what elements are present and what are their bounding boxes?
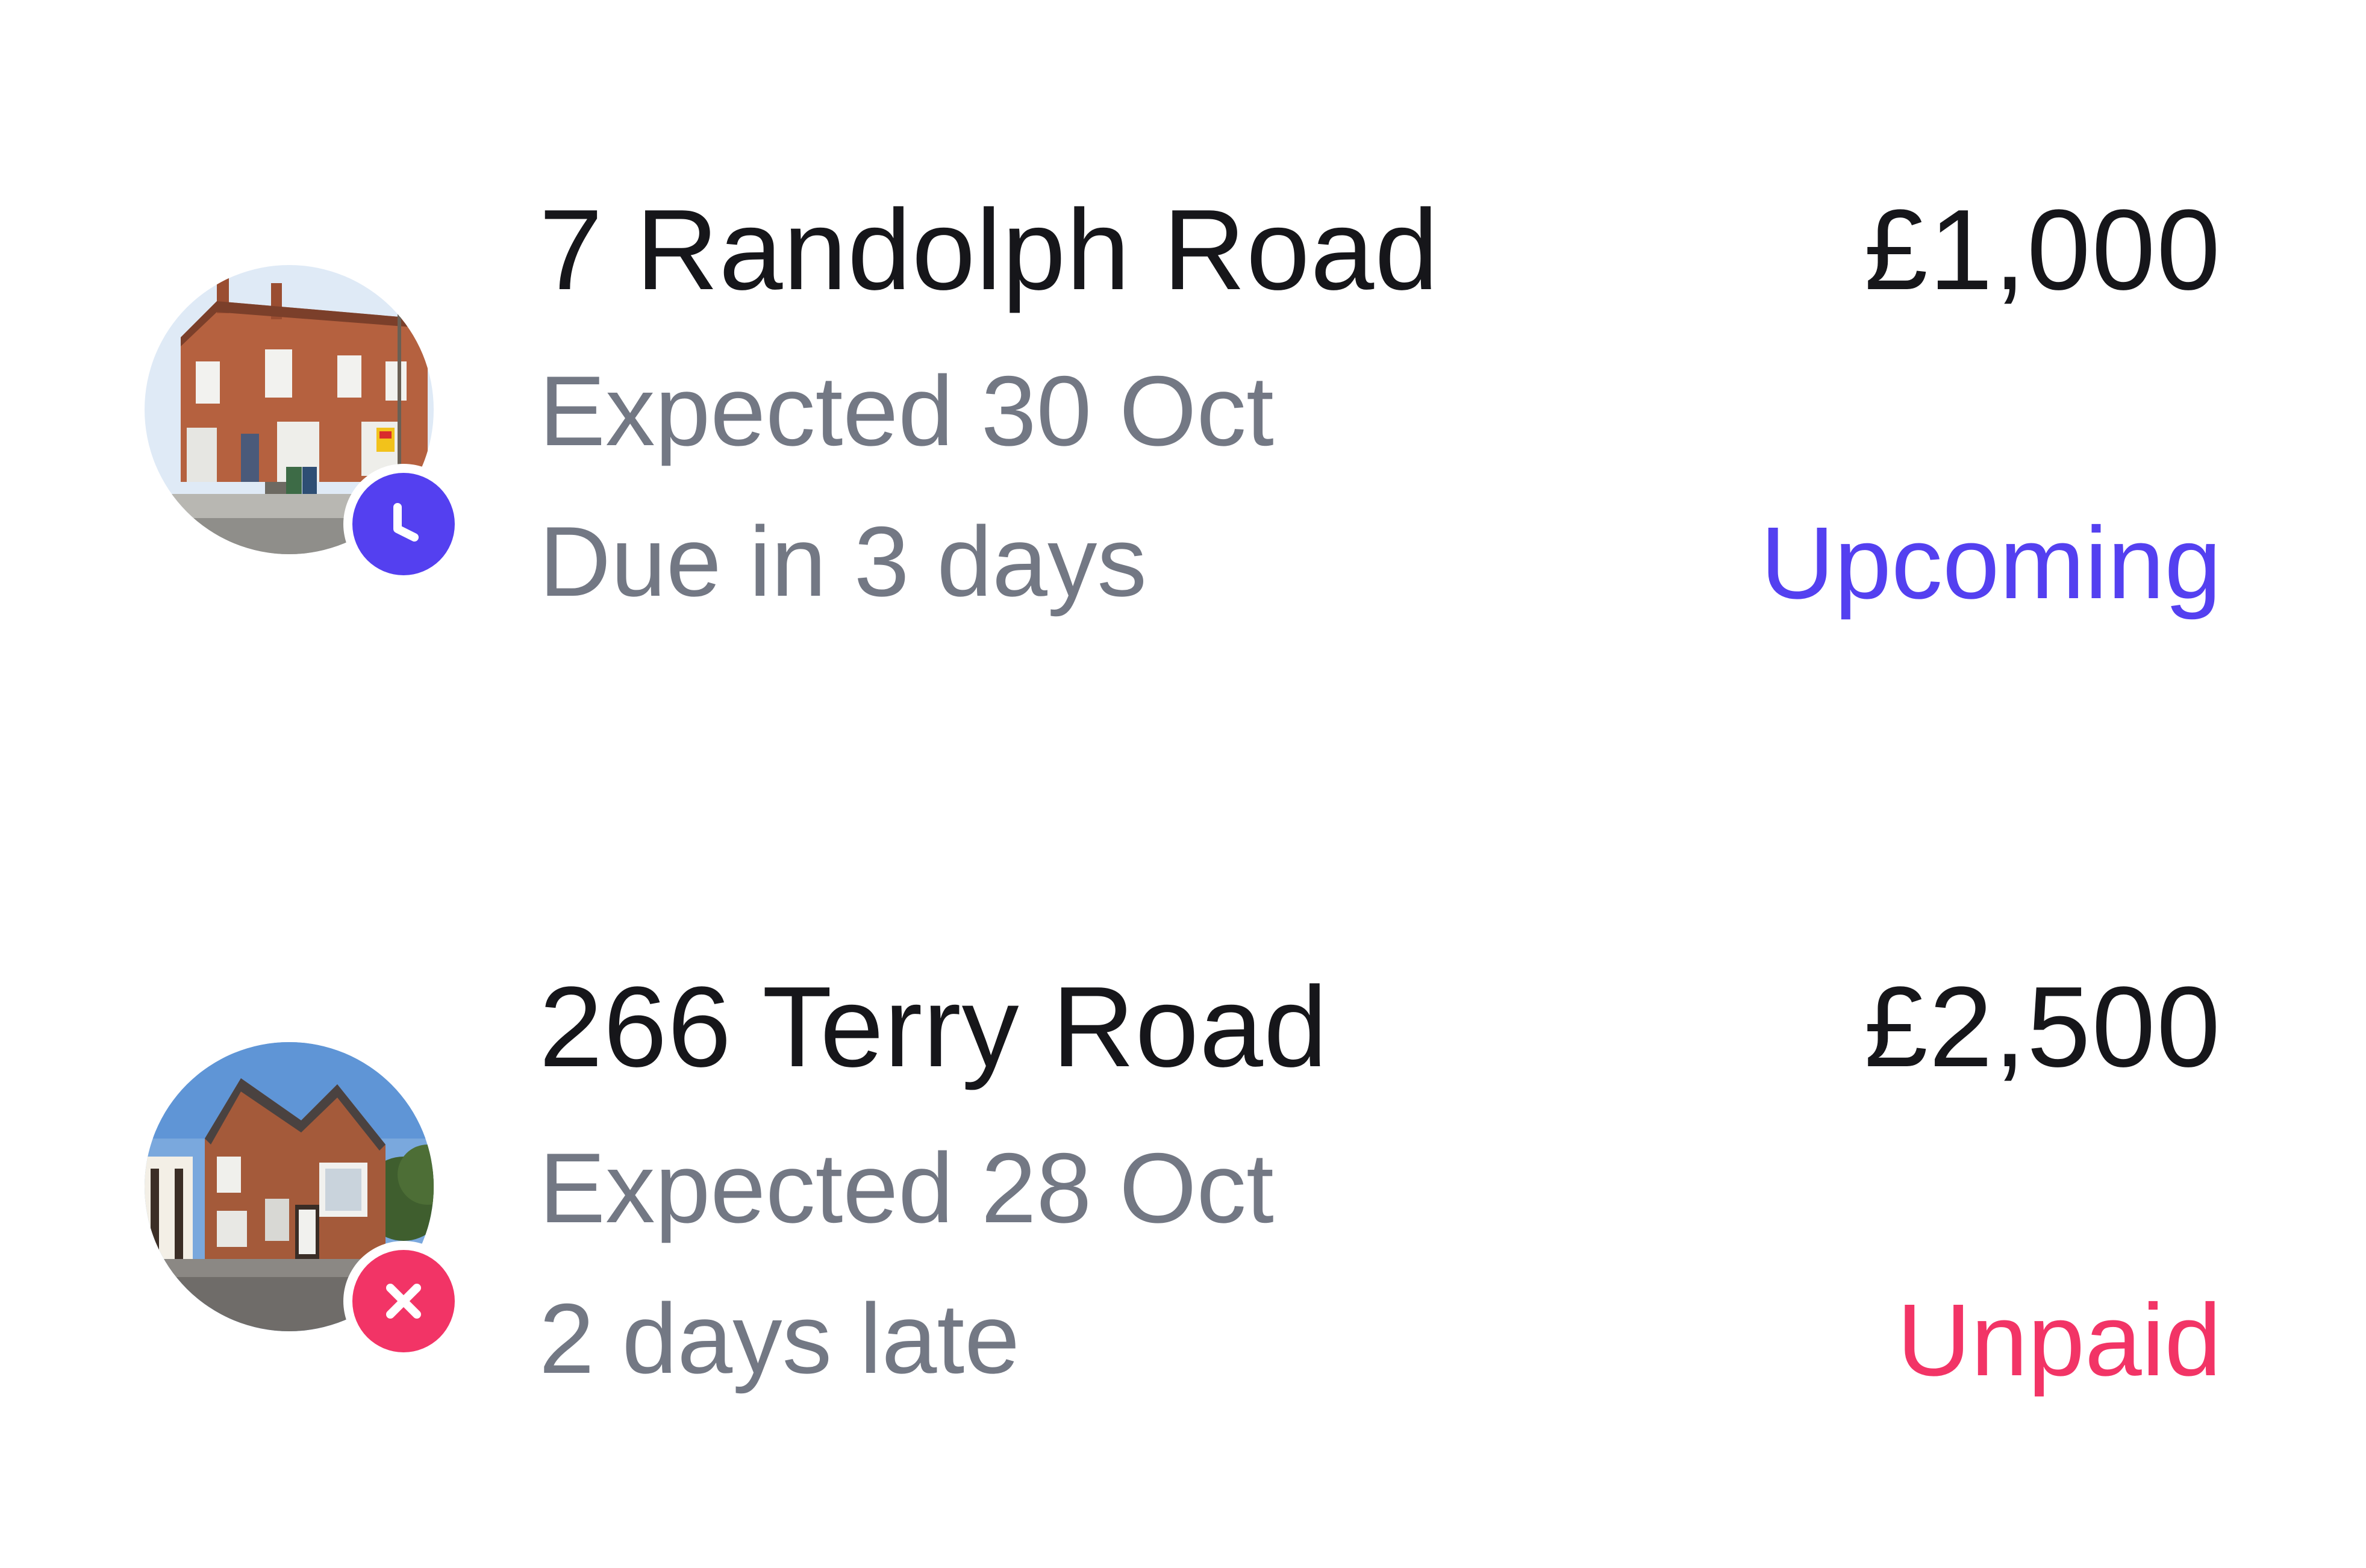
property-avatar	[145, 1042, 464, 1361]
expected-date: Expected 28 Oct	[539, 1132, 1274, 1243]
payment-row[interactable]: 7 Randolph Road Expected 30 Oct Due in 3…	[0, 139, 2366, 614]
property-address: 7 Randolph Road	[539, 186, 1439, 314]
payment-status: Unpaid	[1897, 1283, 2221, 1398]
due-note: 2 days late	[539, 1283, 1020, 1394]
payment-amount: £1,000	[1864, 186, 2221, 314]
property-address: 266 Terry Road	[539, 963, 1328, 1091]
clock-icon	[393, 503, 419, 542]
status-badge	[343, 464, 464, 584]
expected-date: Expected 30 Oct	[539, 355, 1274, 466]
property-avatar	[145, 265, 464, 584]
status-badge	[343, 1241, 464, 1361]
payment-status: Upcoming	[1760, 506, 2221, 620]
payment-amount: £2,500	[1864, 963, 2221, 1091]
payment-row[interactable]: 266 Terry Road Expected 28 Oct 2 days la…	[0, 916, 2366, 1392]
due-note: Due in 3 days	[539, 506, 1147, 617]
close-icon	[386, 1284, 421, 1319]
